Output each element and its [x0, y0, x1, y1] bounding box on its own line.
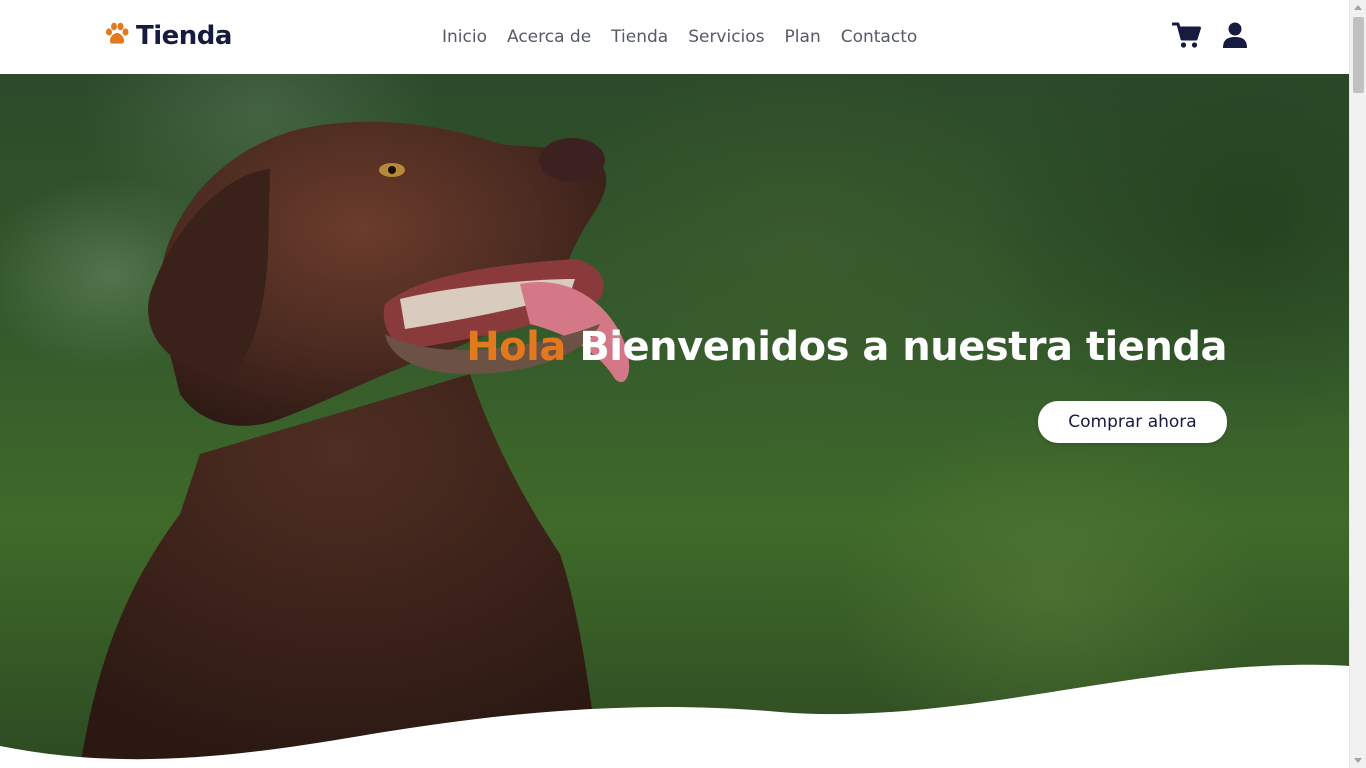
shop-now-button[interactable]: Comprar ahora [1038, 401, 1227, 443]
main-nav: Inicio Acerca de Tienda Servicios Plan C… [442, 25, 917, 49]
nav-link-acerca-de[interactable]: Acerca de [507, 25, 591, 49]
nav-link-servicios[interactable]: Servicios [688, 25, 764, 49]
scroll-down-arrow[interactable] [1354, 758, 1362, 763]
hero-title-accent: Hola [466, 324, 566, 370]
header-actions [1171, 22, 1247, 54]
wave-divider [0, 664, 1349, 768]
scroll-up-arrow[interactable] [1354, 5, 1362, 10]
scroll-thumb[interactable] [1353, 17, 1364, 93]
paw-icon [104, 22, 130, 51]
nav-link-plan[interactable]: Plan [785, 25, 821, 49]
brand-name: Tienda [136, 21, 232, 51]
nav-link-inicio[interactable]: Inicio [442, 25, 487, 49]
site-header: Tienda Inicio Acerca de Tienda Servicios… [0, 0, 1349, 74]
hero-title: Hola Bienvenidos a nuestra tienda [466, 324, 1227, 370]
brand-logo[interactable]: Tienda [104, 19, 232, 53]
nav-link-contacto[interactable]: Contacto [841, 25, 918, 49]
hero-title-text: Bienvenidos a nuestra tienda [579, 324, 1227, 370]
shopping-cart-icon[interactable] [1171, 22, 1201, 54]
hero-banner: Hola Bienvenidos a nuestra tienda Compra… [0, 74, 1349, 768]
nav-link-tienda[interactable]: Tienda [611, 25, 668, 49]
page-scrollbar[interactable] [1349, 0, 1366, 768]
user-icon[interactable] [1223, 22, 1247, 54]
